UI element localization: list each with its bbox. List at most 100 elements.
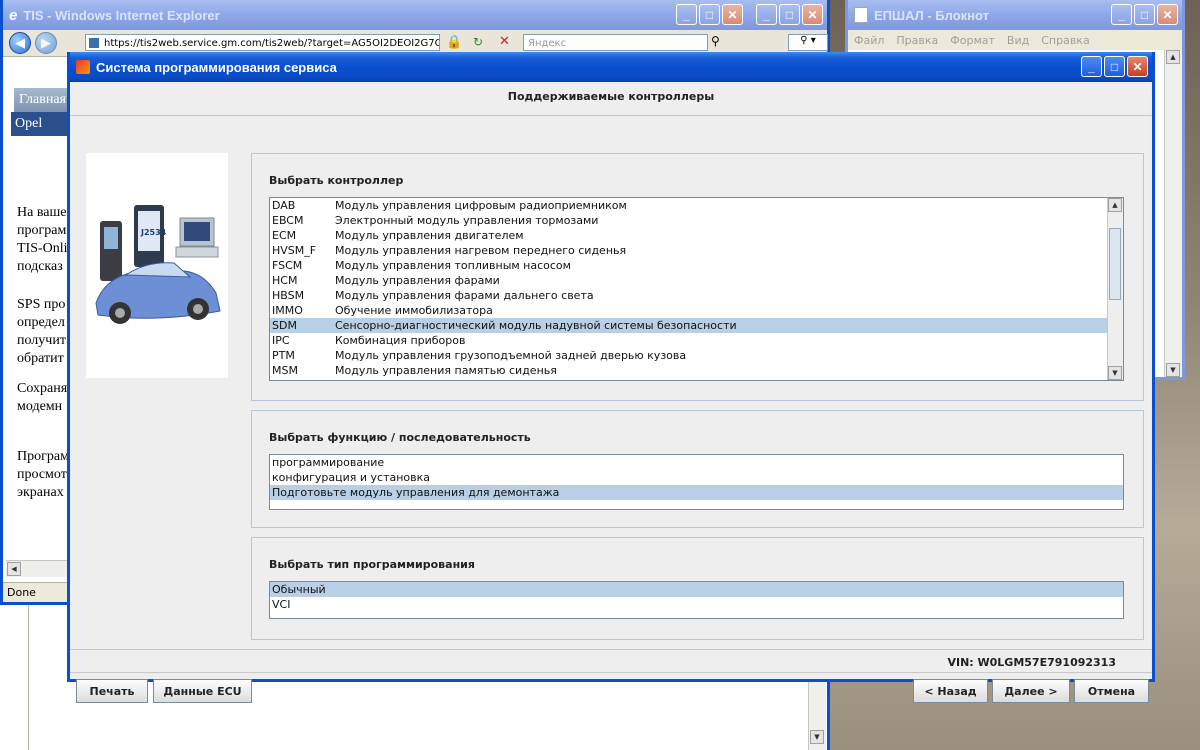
- text-line: Сохраня: [17, 381, 68, 396]
- function-list[interactable]: программирование конфигурация и установка…: [269, 454, 1124, 510]
- notepad-title-bar[interactable]: ЕПШАЛ - Блокнот _ □ ✕: [848, 0, 1182, 30]
- type-list[interactable]: Обычный VCI: [269, 581, 1124, 619]
- close-button[interactable]: ✕: [722, 4, 743, 25]
- next-button[interactable]: Далее >: [992, 679, 1070, 703]
- controller-code: DAB: [272, 199, 296, 212]
- controller-code: HVSM_F: [272, 244, 317, 257]
- dialog-title-bar[interactable]: Система программирования сервиса _ □ ✕: [70, 52, 1152, 82]
- controller-name: Модуль управления двигателем: [335, 229, 524, 242]
- chevron-up-icon[interactable]: ▲: [1166, 50, 1180, 64]
- controller-name: Электронный модуль управления тормозами: [335, 214, 599, 227]
- list-item[interactable]: программирование: [270, 455, 1123, 470]
- controller-code: MSM: [272, 364, 298, 377]
- list-item[interactable]: IPC Комбинация приборов: [270, 333, 1108, 348]
- forward-icon[interactable]: ▶: [35, 32, 57, 54]
- list-item[interactable]: PTM Модуль управления грузоподъемной задн…: [270, 348, 1108, 363]
- scroll-thumb[interactable]: [1109, 228, 1121, 300]
- car-tools-image: J2534: [95, 205, 221, 324]
- text-line: обратит: [17, 351, 64, 366]
- stop-icon[interactable]: ✕: [499, 34, 510, 49]
- controller-code: HBSM: [272, 289, 305, 302]
- menu-item-edit[interactable]: Правка: [896, 34, 938, 47]
- controller-code: EBCM: [272, 214, 304, 227]
- text-line: экранах: [17, 485, 64, 500]
- text-line: определ: [17, 315, 65, 330]
- controller-code: SDM: [272, 319, 297, 332]
- maximize-button-2[interactable]: □: [779, 4, 800, 25]
- chevron-up-icon[interactable]: ▲: [1108, 198, 1122, 212]
- lock-icon[interactable]: 🔒: [446, 35, 462, 50]
- minimize-button[interactable]: _: [676, 4, 697, 25]
- close-button[interactable]: ✕: [1157, 4, 1178, 25]
- list-item[interactable]: SDM Сенсорно-диагностический модуль надув…: [270, 318, 1108, 333]
- close-button-2[interactable]: ✕: [802, 4, 823, 25]
- text-line: Програм: [17, 449, 69, 464]
- menu-item-help[interactable]: Справка: [1041, 34, 1089, 47]
- page-icon: [89, 38, 99, 48]
- menu-item-view[interactable]: Вид: [1007, 34, 1029, 47]
- controller-name: Обучение иммобилизатора: [335, 304, 493, 317]
- text-line: просмот: [17, 467, 67, 482]
- dialog-title: Система программирования сервиса: [96, 59, 337, 75]
- controller-code: ECM: [272, 229, 297, 242]
- list-item[interactable]: IMMO Обучение иммобилизатора: [270, 303, 1108, 318]
- back-icon[interactable]: ◀: [9, 32, 31, 54]
- ie-title-bar[interactable]: e TIS - Windows Internet Explorer _ □ ✕ …: [3, 0, 827, 30]
- refresh-icon[interactable]: ↻: [473, 35, 483, 49]
- list-item[interactable]: FSCM Модуль управления топливным насосом: [270, 258, 1108, 273]
- list-item[interactable]: Обычный: [270, 582, 1123, 597]
- chevron-down-icon[interactable]: ▼: [1108, 366, 1122, 380]
- notepad-menu: Файл Правка Формат Вид Справка: [848, 30, 1182, 50]
- ie-hscrollbar[interactable]: ◀: [6, 560, 70, 577]
- chevron-down-icon[interactable]: ▼: [810, 730, 824, 744]
- list-item[interactable]: HBSM Модуль управления фарами дальнего св…: [270, 288, 1108, 303]
- controller-code: HCM: [272, 274, 298, 287]
- controller-code: IMMO: [272, 304, 303, 317]
- text-line: SPS про: [17, 297, 66, 312]
- list-item[interactable]: Подготовьте модуль управления для демонт…: [270, 485, 1123, 500]
- controller-panel-label: Выбрать контроллер: [269, 174, 404, 187]
- menu-item-format[interactable]: Формат: [950, 34, 995, 47]
- function-panel: Выбрать функцию / последовательность про…: [251, 410, 1144, 528]
- search-icon[interactable]: ⚲: [711, 34, 720, 48]
- list-item[interactable]: HVSM_F Модуль управления нагревом передне…: [270, 243, 1108, 258]
- ecu-data-button[interactable]: Данные ECU: [153, 679, 252, 703]
- minimize-button[interactable]: _: [1111, 4, 1132, 25]
- controller-scrollbar[interactable]: ▲ ▼: [1107, 198, 1123, 380]
- java-icon: [76, 60, 90, 74]
- function-panel-label: Выбрать функцию / последовательность: [269, 431, 531, 444]
- search-input[interactable]: Яндекс: [523, 34, 708, 51]
- list-item[interactable]: конфигурация и установка: [270, 470, 1123, 485]
- menu-item-file[interactable]: Файл: [854, 34, 884, 47]
- notepad-icon: [854, 7, 868, 23]
- cancel-button[interactable]: Отмена: [1074, 679, 1149, 703]
- print-button[interactable]: Печать: [76, 679, 148, 703]
- tab-home[interactable]: Главная: [14, 88, 74, 112]
- minimize-button[interactable]: _: [1081, 56, 1102, 77]
- notepad-scrollbar[interactable]: ▲ ▼: [1164, 50, 1182, 377]
- list-item[interactable]: VCI: [270, 597, 1123, 612]
- list-item[interactable]: ECM Модуль управления двигателем: [270, 228, 1108, 243]
- search-icon-2[interactable]: ⚲ ▾: [788, 34, 828, 51]
- controller-name: Модуль управления фарами: [335, 274, 500, 287]
- maximize-button[interactable]: □: [1134, 4, 1155, 25]
- chevron-down-icon[interactable]: ▼: [1166, 363, 1180, 377]
- close-button[interactable]: ✕: [1127, 56, 1148, 77]
- url-input[interactable]: https://tis2web.service.gm.com/tis2web/?…: [85, 34, 440, 51]
- maximize-button[interactable]: □: [699, 4, 720, 25]
- list-item[interactable]: HCM Модуль управления фарами: [270, 273, 1108, 288]
- controller-name: Модуль управления топливным насосом: [335, 259, 571, 272]
- maximize-button[interactable]: □: [1104, 56, 1125, 77]
- back-button[interactable]: < Назад: [913, 679, 988, 703]
- controller-list[interactable]: DAB Модуль управления цифровым радиоприем…: [269, 197, 1124, 381]
- tab-home-label: Главная: [19, 92, 66, 107]
- list-item[interactable]: MSM Модуль управления памятью сиденья: [270, 363, 1108, 378]
- controller-code: PTM: [272, 349, 295, 362]
- chevron-left-icon[interactable]: ◀: [7, 562, 21, 576]
- controller-name: Модуль управления цифровым радиоприемник…: [335, 199, 627, 212]
- controller-panel: Выбрать контроллер DAB Модуль управления …: [251, 153, 1144, 401]
- minimize-button-2[interactable]: _: [756, 4, 777, 25]
- divider: [70, 672, 1152, 673]
- list-item[interactable]: DAB Модуль управления цифровым радиоприем…: [270, 198, 1108, 213]
- list-item[interactable]: EBCM Электронный модуль управления тормоз…: [270, 213, 1108, 228]
